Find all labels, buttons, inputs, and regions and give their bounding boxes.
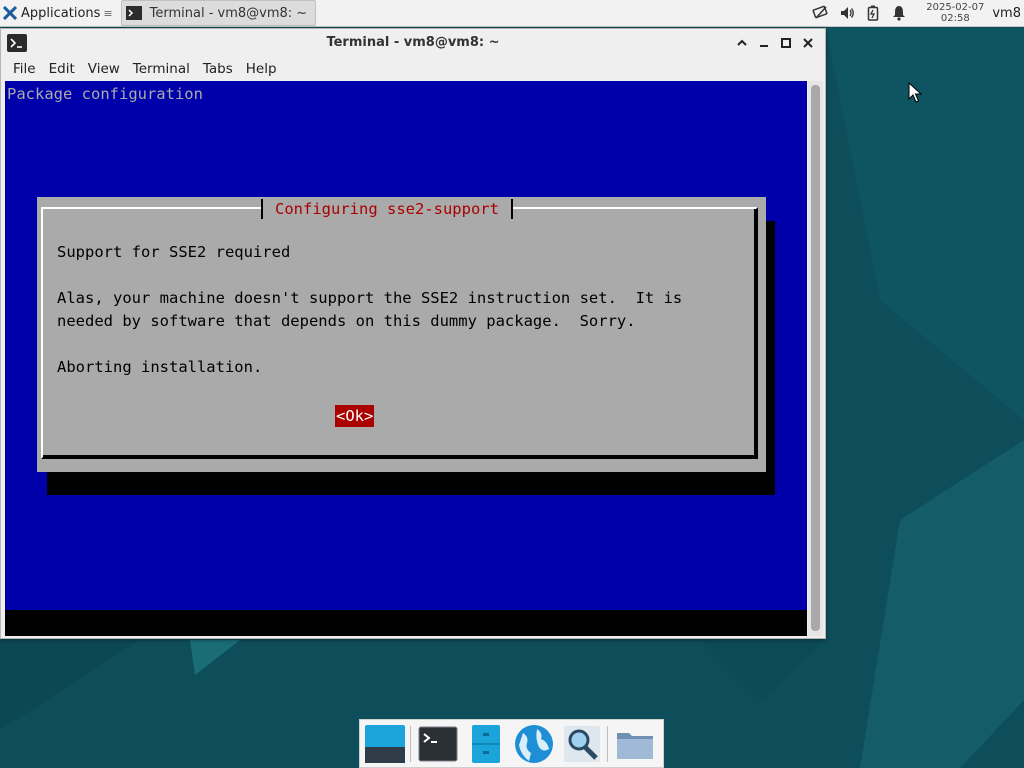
applications-menu-button[interactable]: Applications ≡ (0, 0, 117, 26)
app-finder-icon (564, 725, 600, 762)
menu-view[interactable]: View (82, 61, 127, 77)
dock-show-desktop[interactable] (362, 721, 408, 767)
taskbar-task-title: Terminal - vm8@vm8: ~ (149, 5, 308, 21)
close-icon (803, 38, 813, 48)
dock-app-finder[interactable] (559, 721, 605, 767)
dock-separator (410, 725, 411, 762)
dock-terminal[interactable] (415, 721, 461, 767)
window-title: Terminal - vm8@vm8: ~ (326, 35, 500, 50)
applications-label: Applications (21, 5, 101, 21)
menu-help[interactable]: Help (240, 61, 284, 77)
menu-tabs[interactable]: Tabs (197, 61, 240, 77)
volume-icon[interactable] (836, 2, 858, 24)
user-menu[interactable]: vm8 (992, 6, 1021, 21)
dialog-line: Aborting installation. (57, 358, 263, 376)
package-configuration-header: Package configuration (7, 85, 203, 103)
terminal-bottom-row (5, 610, 807, 636)
dock-file-manager[interactable] (463, 721, 509, 767)
scrollbar-thumb[interactable] (811, 85, 820, 631)
chevron-up-icon (737, 39, 747, 46)
terminal-icon (418, 726, 458, 761)
minimize-button[interactable] (753, 33, 775, 53)
top-panel: Applications ≡ Terminal - vm8@vm8: ~ 202… (0, 0, 1024, 27)
shade-button[interactable] (731, 33, 753, 53)
dock (359, 719, 664, 768)
dock-web-browser[interactable] (511, 721, 557, 767)
ok-button[interactable]: <Ok> (335, 405, 375, 427)
menu-file[interactable]: File (7, 61, 43, 77)
window-titlebar[interactable]: Terminal - vm8@vm8: ~ (1, 29, 825, 57)
dialog-title: Configuring sse2-support (261, 199, 513, 219)
terminal-window: Terminal - vm8@vm8: ~ File Edit View Ter… (0, 28, 826, 639)
close-button[interactable] (797, 33, 819, 53)
show-desktop-icon (365, 724, 405, 763)
menu-edit[interactable]: Edit (43, 61, 82, 77)
clock-time: 02:58 (940, 13, 970, 24)
notifications-bell-icon[interactable] (888, 2, 910, 24)
debconf-dialog: Configuring sse2-support Support for SSE… (37, 197, 766, 472)
menu-terminal[interactable]: Terminal (127, 61, 197, 77)
terminal-screen[interactable]: Package configuration Configuring sse2-s… (5, 81, 807, 636)
file-manager-icon (472, 724, 500, 763)
dock-home-folder[interactable] (612, 721, 658, 767)
terminal-scrollbar[interactable] (808, 81, 823, 636)
maximize-button[interactable] (775, 33, 797, 53)
xfce-logo-icon (3, 6, 17, 20)
battery-icon[interactable] (862, 2, 884, 24)
terminal-icon (125, 6, 142, 20)
menubar: File Edit View Terminal Tabs Help (1, 57, 825, 81)
folder-icon (617, 732, 653, 759)
maximize-icon (781, 38, 791, 48)
web-browser-icon (515, 724, 553, 763)
dock-separator (607, 725, 608, 762)
menu-handle-icon: ≡ (103, 6, 113, 20)
taskbar-terminal-button[interactable]: Terminal - vm8@vm8: ~ (120, 0, 317, 26)
clock-date: 2025-02-07 (926, 2, 985, 13)
mouse-cursor-icon (908, 82, 922, 103)
panel-clock[interactable]: 2025-02-07 02:58 (926, 2, 984, 24)
dialog-line: Alas, your machine doesn't support the S… (57, 289, 683, 307)
minimize-icon (760, 45, 768, 47)
network-icon[interactable] (810, 2, 832, 24)
dialog-line: needed by software that depends on this … (57, 312, 636, 330)
dialog-line: Support for SSE2 required (57, 243, 291, 261)
